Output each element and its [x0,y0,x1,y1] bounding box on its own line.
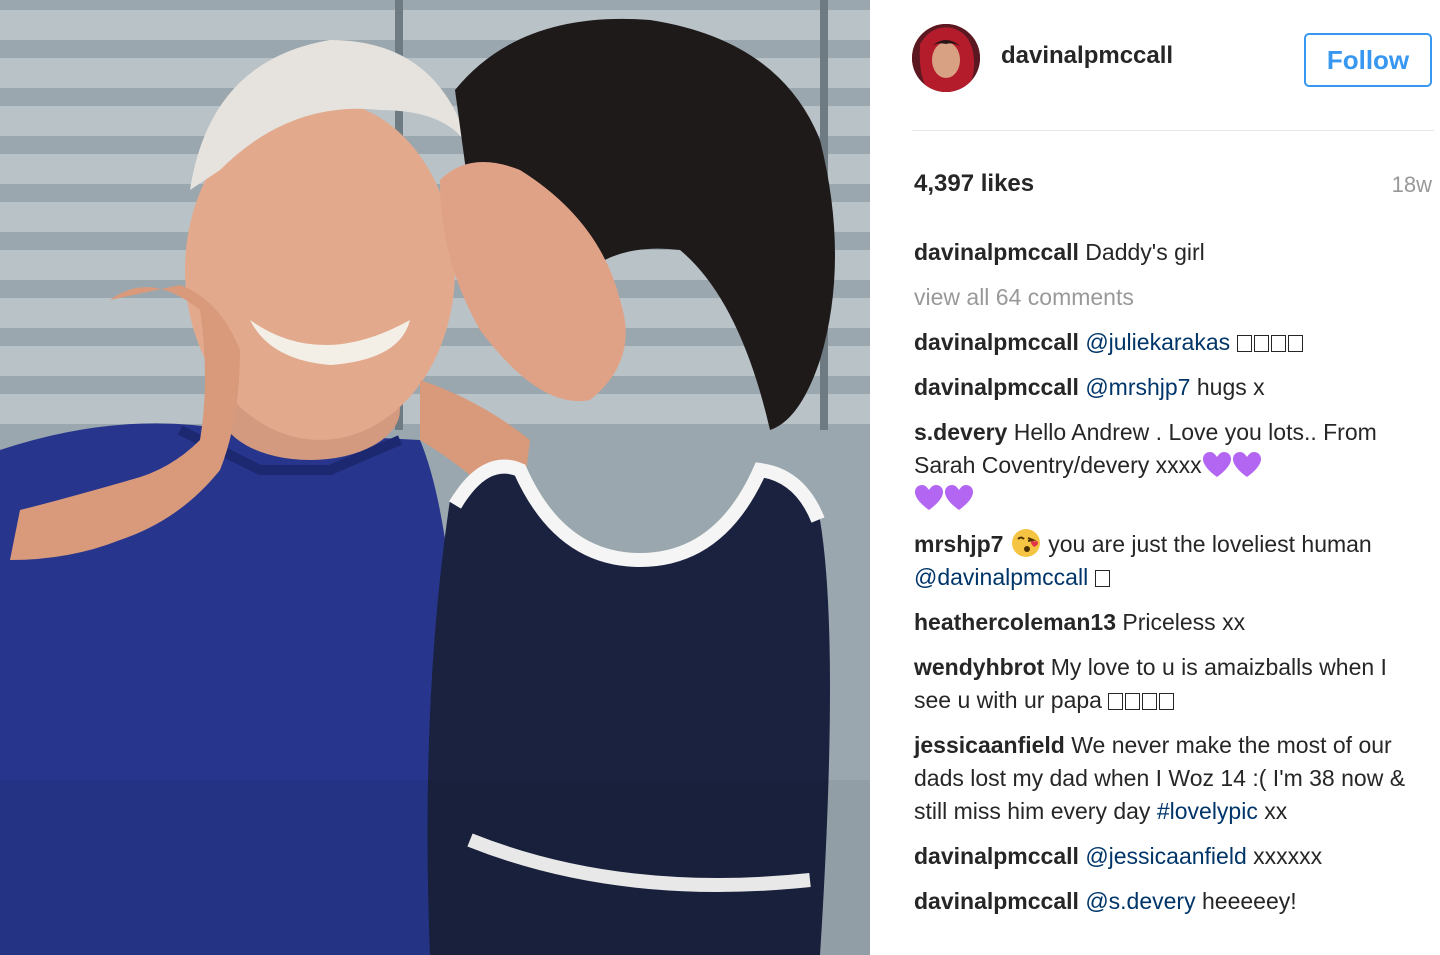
list-item: davinalpmccall @juliekarakas [914,326,1414,359]
header-divider [912,130,1434,131]
list-item: s.devery Hello Andrew . Love you lots.. … [914,416,1414,515]
comment-username[interactable]: davinalpmccall [914,888,1079,914]
face-blowing-kiss-icon [1011,529,1040,557]
comment-text: xxxxxx [1246,843,1323,869]
comment-text: heeeeey! [1195,888,1297,914]
avatar[interactable] [912,24,980,92]
comment-text: you are just the loveliest human [1041,531,1372,557]
comments-list: davinalpmccall Daddy's girl view all 64 … [914,236,1414,930]
comment-username[interactable]: s.devery [914,419,1007,445]
list-item: davinalpmccall @jessicaanfield xxxxxx [914,840,1414,873]
comment-text: hugs x [1190,374,1265,400]
missing-glyph-icon [1108,693,1124,710]
list-item: wendyhbrot My love to u is amaizballs wh… [914,651,1414,717]
missing-glyph-icon [1094,570,1110,587]
post-age[interactable]: 18w [1392,172,1432,198]
comment-username[interactable]: jessicaanfield [914,732,1065,758]
comment-username[interactable]: wendyhbrot [914,654,1044,680]
purple-heart-icon [915,485,943,510]
missing-glyph-icon [1159,693,1175,710]
purple-heart-icon [1202,452,1231,477]
missing-glyph-icon [1125,693,1141,710]
caption-text: Daddy's girl [1078,239,1205,265]
follow-button[interactable]: Follow [1304,33,1432,87]
caption: davinalpmccall Daddy's girl [914,236,1414,269]
view-all-comments-link[interactable]: view all 64 comments [914,281,1414,314]
comment-username[interactable]: davinalpmccall [914,374,1079,400]
purple-heart-icon [945,485,973,510]
comment-hashtag[interactable]: #lovelypic [1157,798,1258,824]
post-header: davinalpmccall Follow [870,0,1440,130]
missing-glyph-icon [1142,693,1158,710]
post-photo[interactable] [0,0,870,955]
comment-mention[interactable]: @davinalpmccall [914,564,1088,590]
likes-count[interactable]: 4,397 likes [914,170,1034,198]
missing-glyph-icon [1253,335,1269,352]
post-username[interactable]: davinalpmccall [1001,42,1173,70]
comment-mention[interactable]: @s.devery [1085,888,1195,914]
purple-heart-icon [1232,452,1261,477]
list-item: davinalpmccall @s.devery heeeeey! [914,885,1414,918]
missing-glyph-icon [1270,335,1286,352]
missing-glyph-icon [1236,335,1252,352]
comment-mention[interactable]: @mrshjp7 [1085,374,1190,400]
comment-username[interactable]: mrshjp7 [914,531,1003,557]
post-details-panel: davinalpmccall Follow 4,397 likes 18w da… [870,0,1440,955]
comment-mention[interactable]: @jessicaanfield [1085,843,1246,869]
list-item: jessicaanfield We never make the most of… [914,729,1414,828]
list-item: mrshjp7 you are just the loveliest human… [914,527,1414,594]
avatar-image [912,24,980,92]
comment-username[interactable]: davinalpmccall [914,329,1079,355]
comment-text: Priceless xx [1115,609,1246,635]
comment-username[interactable]: davinalpmccall [914,843,1079,869]
list-item: davinalpmccall @mrshjp7 hugs x [914,371,1414,404]
comment-username[interactable]: heathercoleman13 [914,609,1116,635]
missing-glyph-icon [1287,335,1303,352]
comment-text-tail: xx [1257,798,1288,824]
list-item: heathercoleman13 Priceless xx [914,606,1414,639]
caption-username[interactable]: davinalpmccall [914,239,1079,265]
photo-image [0,0,870,955]
comment-mention[interactable]: @juliekarakas [1085,329,1230,355]
